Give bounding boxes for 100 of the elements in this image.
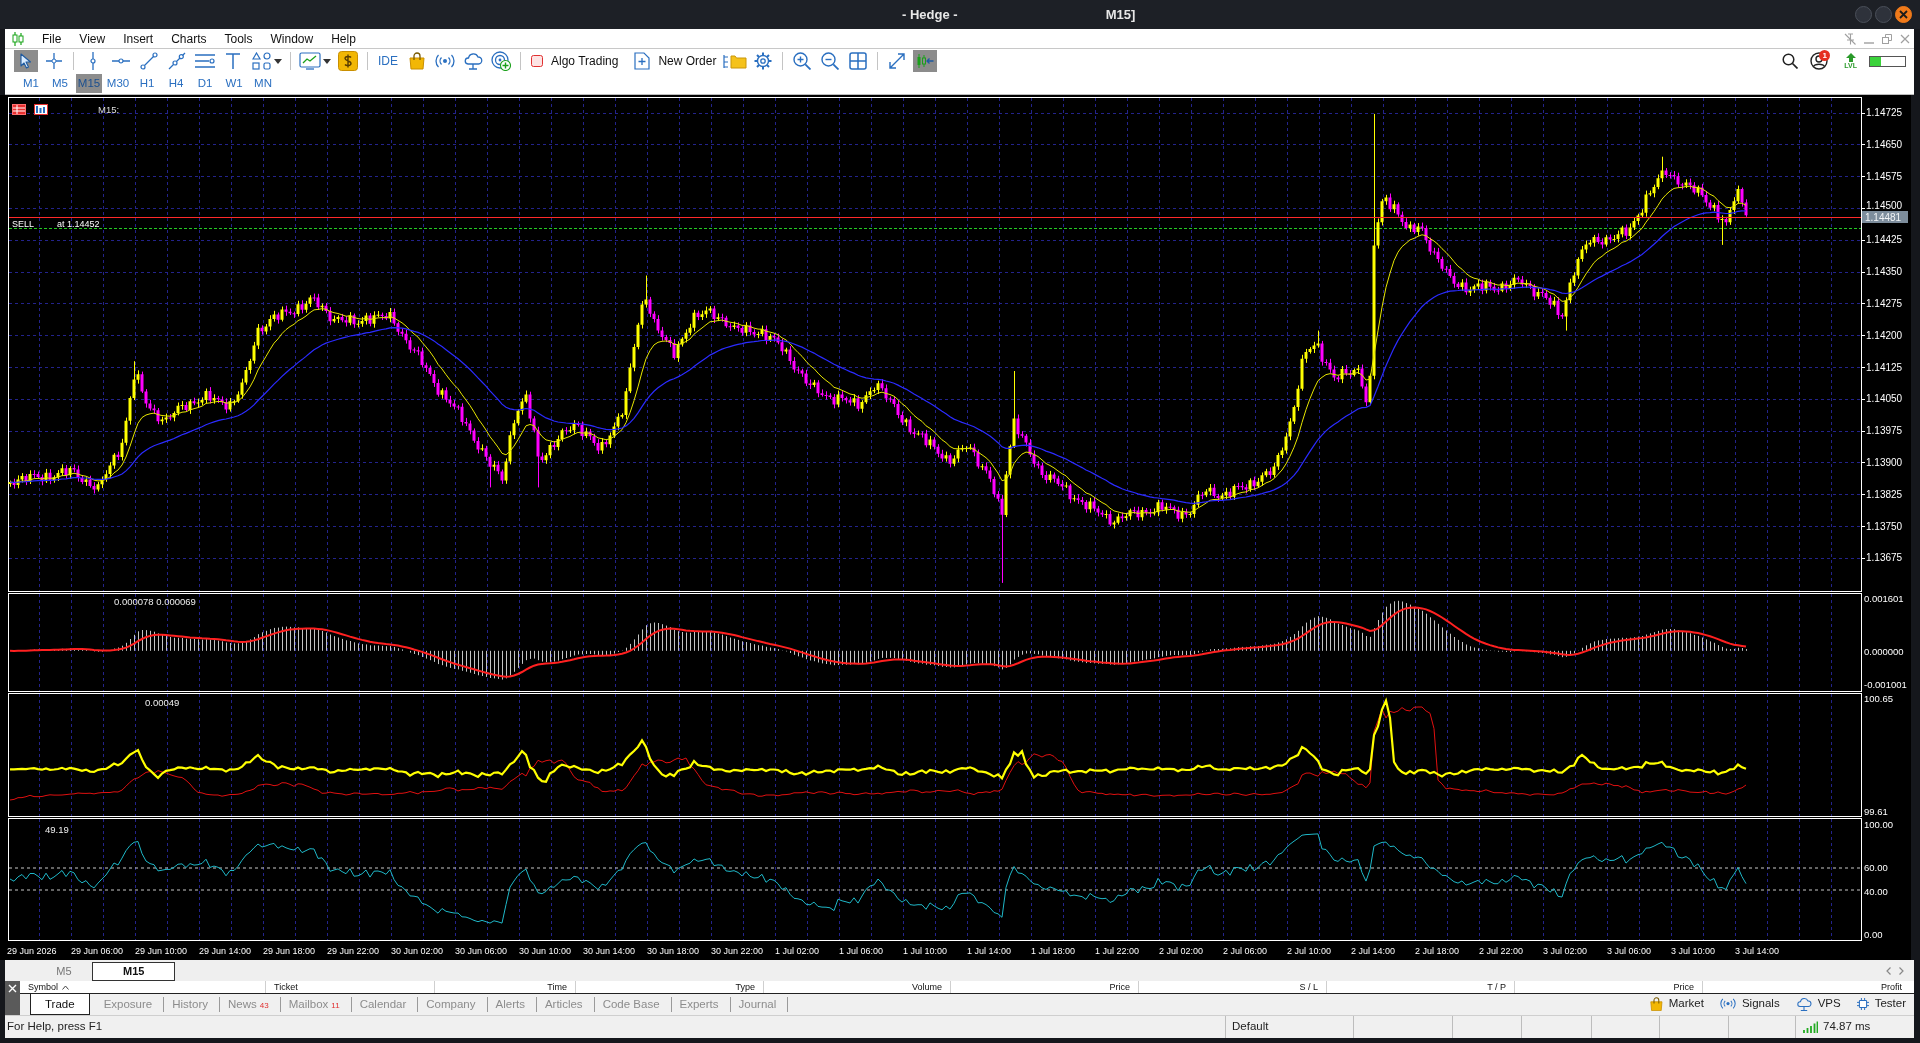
- column-header[interactable]: Price: [1109, 981, 1130, 993]
- timeframe-button[interactable]: M1: [18, 74, 44, 93]
- chart-shift-button[interactable]: [913, 50, 938, 72]
- toolbox-tab[interactable]: Mailbox 11: [280, 997, 352, 1012]
- cloud-icon: [1795, 996, 1812, 1012]
- price-axis-label: 1.13825: [1866, 488, 1903, 500]
- menu-item[interactable]: Tools: [224, 30, 253, 47]
- column-header[interactable]: Symbol: [28, 981, 58, 993]
- service-button[interactable]: Signals: [1719, 995, 1780, 1013]
- indicator-axis-label: -0.001001: [1864, 678, 1907, 690]
- price-axis-label: 1.14125: [1866, 361, 1903, 373]
- price-axis-label: 1.13900: [1866, 456, 1903, 468]
- table-icon[interactable]: [12, 104, 26, 115]
- column-header[interactable]: Price: [1673, 981, 1694, 993]
- chart-tab[interactable]: M5: [36, 962, 92, 981]
- chart-tab[interactable]: M15: [92, 962, 176, 981]
- indicator-value: 49.19: [45, 823, 69, 835]
- trend-line-button[interactable]: [137, 50, 161, 72]
- ide-button[interactable]: IDE: [375, 50, 401, 72]
- horizontal-lines-icon: [195, 53, 215, 69]
- time-axis-label: 1 Jul 14:00: [967, 946, 1012, 956]
- time-axis-label: 2 Jul 22:00: [1479, 946, 1524, 956]
- time-axis-label: 30 Jun 22:00: [711, 946, 764, 956]
- service-button[interactable]: VPS: [1795, 995, 1841, 1013]
- chevron-right-icon[interactable]: [1899, 966, 1904, 975]
- price-axis-label: 1.13750: [1866, 520, 1903, 532]
- profile-name[interactable]: Default: [1232, 1018, 1269, 1036]
- cursor-button[interactable]: [14, 50, 38, 72]
- restore-icon[interactable]: [1882, 33, 1892, 44]
- toolbox-tab[interactable]: Trade: [30, 994, 90, 1015]
- current-price-tag: 1.14481: [1862, 211, 1908, 223]
- column-header[interactable]: Time: [547, 981, 567, 993]
- menu-item[interactable]: Help: [331, 30, 356, 47]
- algo-trading-button[interactable]: Algo Trading: [528, 50, 622, 72]
- price-axis-label: 1.14500: [1866, 199, 1903, 211]
- column-header[interactable]: Ticket: [274, 981, 298, 993]
- window-title: M15]: [1105, 5, 1136, 24]
- zoom-in-icon: [793, 52, 812, 70]
- cursor-icon: [20, 53, 32, 69]
- search-icon[interactable]: [1782, 53, 1799, 69]
- timeframe-button[interactable]: M30: [105, 74, 131, 93]
- folders-icon: [723, 53, 748, 69]
- indicator-axis-label: 99.61: [1864, 805, 1888, 817]
- close-button[interactable]: [1895, 6, 1912, 23]
- globe-button[interactable]: [489, 50, 513, 72]
- price-axis-label: 1.14725: [1866, 107, 1903, 119]
- price-axis-label: 1.14350: [1866, 266, 1903, 278]
- vertical-line-icon: [89, 52, 97, 70]
- menu-item[interactable]: File: [42, 30, 62, 47]
- timeframe-button[interactable]: M5: [47, 74, 73, 93]
- time-axis-label: 1 Jul 10:00: [903, 946, 948, 956]
- chip-icon: [1856, 998, 1869, 1010]
- connected-points-icon: [168, 52, 186, 70]
- timeframe-button[interactable]: MN: [250, 74, 276, 93]
- timeframe-button[interactable]: W1: [221, 74, 247, 93]
- grid-icon: [849, 52, 868, 70]
- shapes-button[interactable]: [249, 50, 273, 72]
- timeframe-button[interactable]: D1: [192, 74, 218, 93]
- indicator-value: 0.00049: [145, 696, 180, 708]
- time-axis-label: 29 Jun 2026: [7, 946, 57, 956]
- time-axis-label: 1 Jul 22:00: [1095, 946, 1140, 956]
- column-header[interactable]: Profit: [1881, 981, 1902, 993]
- chevron-left-icon[interactable]: [1886, 966, 1891, 975]
- window-title: - Hedge -: [902, 5, 958, 24]
- crossed-pin-icon[interactable]: [1844, 32, 1856, 45]
- close-icon: [1899, 10, 1908, 19]
- ping-text: 74.87 ms: [1823, 1019, 1871, 1035]
- timeframe-button[interactable]: H4: [163, 74, 189, 93]
- menu-item[interactable]: Charts: [171, 30, 207, 47]
- column-header[interactable]: Type: [735, 981, 755, 993]
- diagonal-arrow-icon: [888, 52, 907, 70]
- signal-waves-icon: [1719, 998, 1736, 1010]
- chart-icon[interactable]: [34, 104, 48, 115]
- column-header[interactable]: S / L: [1299, 981, 1318, 993]
- user-icon: [1810, 52, 1829, 70]
- time-axis-label: 30 Jun 18:00: [647, 946, 700, 956]
- new-order-button[interactable]: New Order: [631, 50, 720, 72]
- account-button[interactable]: 1: [1810, 51, 1833, 71]
- column-header[interactable]: Volume: [911, 981, 942, 993]
- toolbox-tab[interactable]: News 43: [220, 997, 281, 1012]
- time-axis-label: 1 Jul 18:00: [1031, 946, 1076, 956]
- time-axis-label: 29 Jun 18:00: [263, 946, 316, 956]
- menu-item[interactable]: Insert: [123, 30, 154, 47]
- service-button[interactable]: Market: [1650, 995, 1704, 1013]
- settings-icon: [754, 52, 773, 70]
- notification-badge: 1: [1819, 50, 1831, 61]
- shopping-bag-icon: [1650, 996, 1663, 1012]
- timeframe-button[interactable]: H1: [134, 74, 160, 93]
- menu-item[interactable]: View: [79, 30, 106, 47]
- indicator-axis-label: 0.000000: [1864, 645, 1904, 657]
- dollar-icon: [338, 51, 358, 71]
- indicator-axis-label: 100.00: [1864, 818, 1894, 830]
- menu-item[interactable]: Window: [270, 30, 314, 47]
- service-button[interactable]: Tester: [1856, 995, 1906, 1013]
- dollar-button[interactable]: [336, 50, 360, 72]
- trend-line-icon: [140, 52, 158, 70]
- globe-plus-icon: [491, 51, 511, 71]
- column-header[interactable]: T / P: [1487, 981, 1506, 993]
- time-axis-label: 3 Jul 02:00: [1543, 946, 1588, 956]
- indicator-axis-label: 0.001601: [1864, 592, 1904, 604]
